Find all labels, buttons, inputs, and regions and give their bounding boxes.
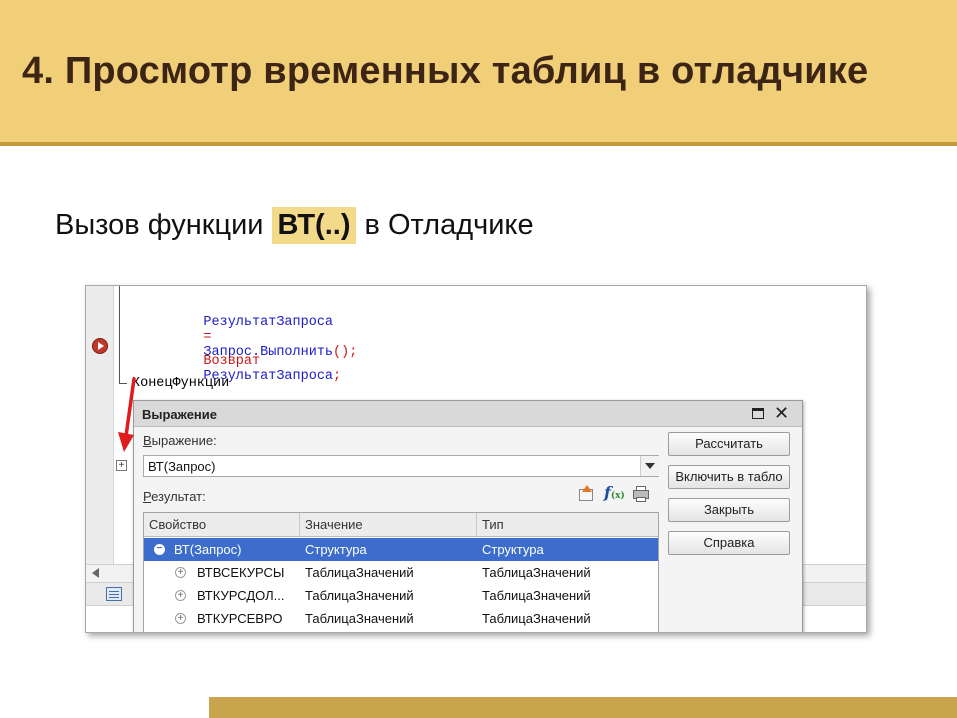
debugger-screenshot: РезультатЗапроса = Запрос.Выполнить(); В… — [85, 285, 867, 633]
subtitle-suffix: в Отладчике — [364, 208, 534, 241]
subtitle-highlight: ВТ(..) — [271, 206, 357, 244]
arrow-head — [118, 432, 134, 452]
pointer-arrow — [118, 377, 136, 452]
slide-title: 4. Просмотр временных таблиц в отладчике — [22, 50, 869, 92]
slide-footer-bar — [209, 697, 957, 718]
arrow-shaft — [124, 377, 136, 438]
slide-subtitle: Вызов функции ВТ(..) в Отладчике — [55, 203, 534, 247]
subtitle-prefix: Вызов функции — [55, 208, 264, 241]
slide-header: 4. Просмотр временных таблиц в отладчике — [0, 0, 957, 146]
